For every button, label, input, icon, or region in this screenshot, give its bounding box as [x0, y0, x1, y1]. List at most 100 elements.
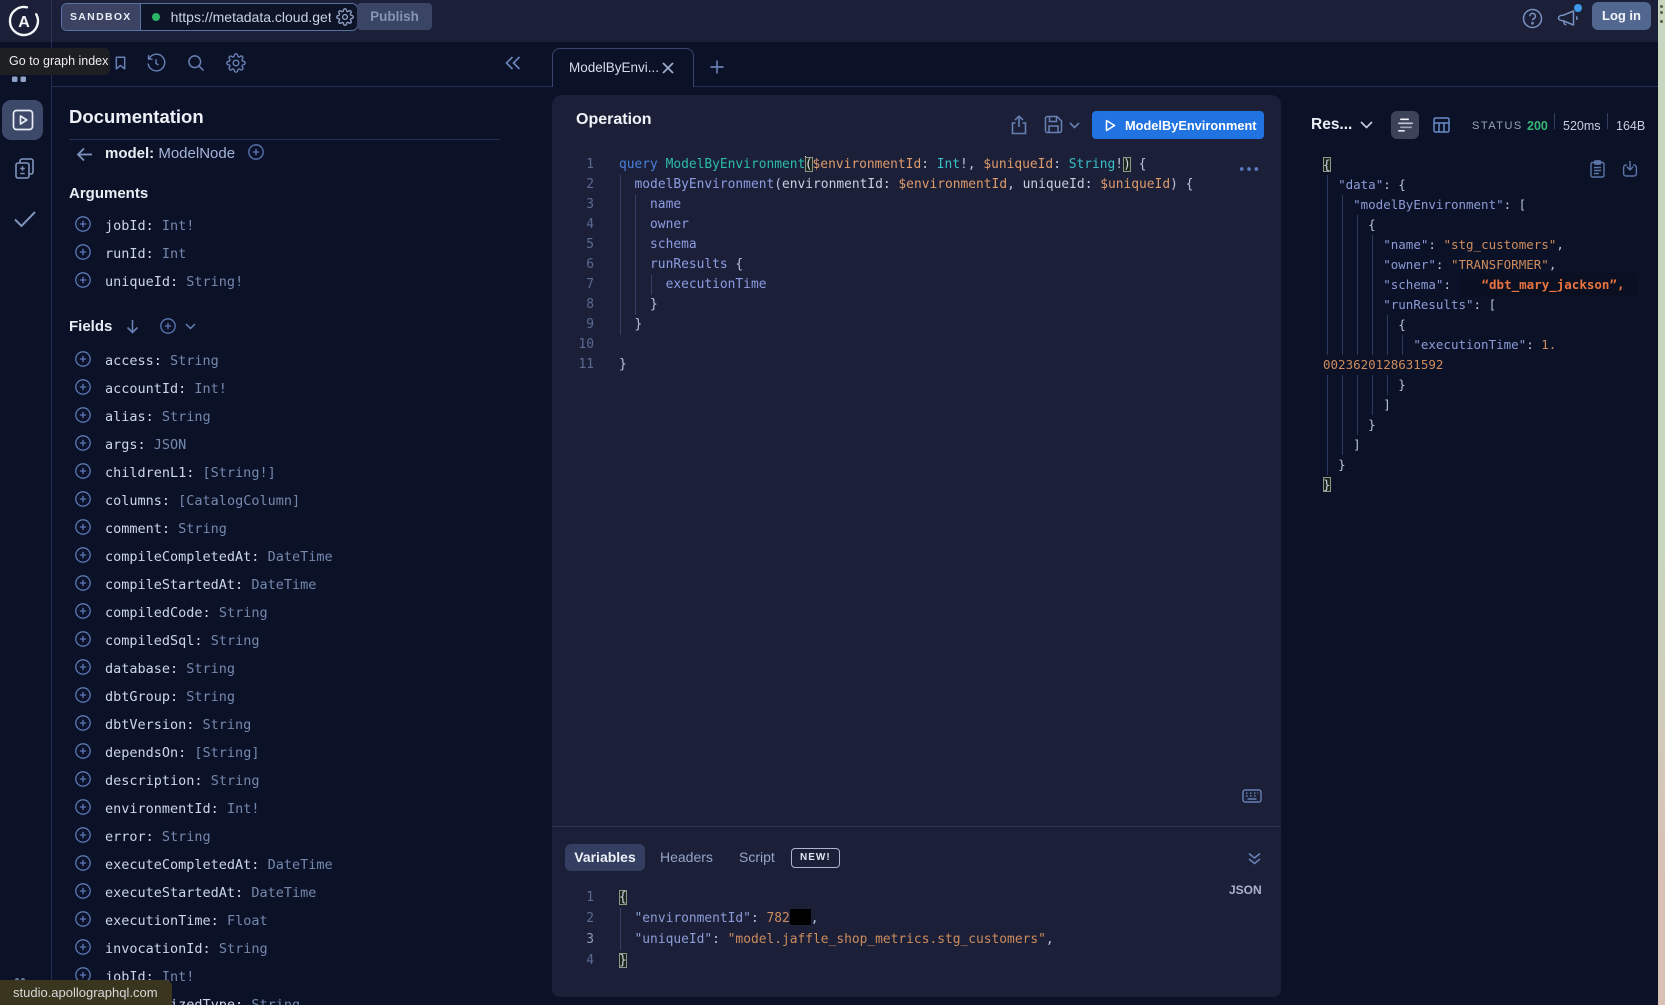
field-name[interactable]: alias: [105, 409, 154, 425]
field-type[interactable]: JSON [154, 437, 187, 453]
operation-menu-icon[interactable] [1239, 166, 1259, 172]
operation-tab[interactable]: ModelByEnvi... [552, 48, 694, 87]
field-name[interactable]: compiledCode: [105, 605, 211, 621]
operation-editor[interactable]: 1query ModelByEnvironment($environmentId… [552, 155, 1193, 375]
add-field-icon[interactable] [75, 575, 91, 591]
sandbox-badge[interactable]: SANDBOX [62, 4, 141, 30]
publish-button[interactable]: Publish [357, 3, 432, 30]
tab-headers[interactable]: Headers [660, 849, 713, 865]
field-name[interactable]: args: [105, 437, 146, 453]
add-field-icon[interactable] [75, 379, 91, 395]
field-type[interactable]: String [219, 605, 268, 621]
table-view-icon[interactable] [1433, 117, 1450, 133]
run-operation-button[interactable]: ModelByEnvironment [1092, 111, 1264, 139]
field-type[interactable]: Int! [227, 801, 260, 817]
add-type-icon[interactable] [248, 144, 264, 160]
add-all-fields-icon[interactable] [160, 318, 176, 334]
field-name[interactable]: compileCompletedAt: [105, 549, 259, 565]
argument-name[interactable]: jobId: [105, 218, 154, 234]
field-type[interactable]: DateTime [251, 885, 316, 901]
back-arrow-icon[interactable] [76, 147, 93, 162]
field-type[interactable]: String [219, 941, 268, 957]
field-name[interactable]: invocationId: [105, 941, 211, 957]
add-field-icon[interactable] [75, 631, 91, 647]
add-field-icon[interactable] [75, 244, 91, 260]
close-tab-icon[interactable] [661, 61, 675, 75]
tab-variables[interactable]: Variables [565, 844, 645, 871]
argument-type[interactable]: String! [186, 274, 243, 290]
field-type[interactable]: String [178, 521, 227, 537]
checklist-icon[interactable] [13, 209, 37, 229]
tab-script[interactable]: Script [739, 849, 775, 865]
field-name[interactable]: environmentId: [105, 801, 219, 817]
add-field-icon[interactable] [75, 435, 91, 451]
add-field-icon[interactable] [75, 771, 91, 787]
add-field-icon[interactable] [75, 547, 91, 563]
field-name[interactable]: childrenL1: [105, 465, 194, 481]
new-tab-icon[interactable] [708, 58, 726, 76]
add-field-icon[interactable] [75, 351, 91, 367]
search-icon[interactable] [186, 53, 206, 73]
field-type[interactable]: String [170, 353, 219, 369]
field-type[interactable]: Float [227, 913, 268, 929]
field-type[interactable]: String [162, 409, 211, 425]
add-field-icon[interactable] [75, 463, 91, 479]
add-field-icon[interactable] [75, 799, 91, 815]
field-type[interactable]: [CatalogColumn] [178, 493, 300, 509]
field-type[interactable]: Int! [194, 381, 227, 397]
add-field-icon[interactable] [75, 407, 91, 423]
field-type[interactable]: String [211, 633, 260, 649]
add-field-icon[interactable] [75, 659, 91, 675]
field-type[interactable]: DateTime [251, 577, 316, 593]
field-type[interactable]: String [162, 829, 211, 845]
share-icon[interactable] [1010, 115, 1028, 135]
field-name[interactable]: executeCompletedAt: [105, 857, 259, 873]
fields-menu-chevron-icon[interactable] [185, 323, 196, 330]
field-name[interactable]: columns: [105, 493, 170, 509]
response-json[interactable]: { "data": { "modelByEnvironment": [ { "n… [1323, 155, 1638, 495]
add-field-icon[interactable] [75, 687, 91, 703]
field-type[interactable]: DateTime [268, 857, 333, 873]
endpoint-url-input[interactable]: https://metadata.cloud.getdbt.com [171, 9, 331, 25]
field-type[interactable]: [String] [194, 745, 259, 761]
field-name[interactable]: executionTime: [105, 913, 219, 929]
argument-name[interactable]: uniqueId: [105, 274, 178, 290]
field-name[interactable]: error: [105, 829, 154, 845]
history-icon[interactable] [146, 53, 166, 73]
collapse-panel-icon[interactable] [504, 55, 522, 71]
keyboard-shortcuts-icon[interactable] [1242, 789, 1262, 803]
field-name[interactable]: description: [105, 773, 203, 789]
field-name[interactable]: access: [105, 353, 162, 369]
response-menu-chevron-icon[interactable] [1360, 121, 1373, 129]
response-format-raw-button[interactable] [1391, 111, 1419, 139]
field-type[interactable]: String [251, 997, 300, 1005]
field-type[interactable]: String [211, 773, 260, 789]
add-field-icon[interactable] [75, 743, 91, 759]
login-button[interactable]: Log in [1592, 2, 1651, 30]
explorer-icon[interactable] [12, 109, 34, 131]
add-field-icon[interactable] [75, 216, 91, 232]
field-type[interactable]: [String!] [203, 465, 276, 481]
field-name[interactable]: dbtVersion: [105, 717, 194, 733]
argument-type[interactable]: Int! [162, 218, 195, 234]
add-field-icon[interactable] [75, 715, 91, 731]
field-name[interactable]: comment: [105, 521, 170, 537]
endpoint-settings-icon[interactable] [336, 8, 354, 26]
add-field-icon[interactable] [75, 939, 91, 955]
add-field-icon[interactable] [75, 603, 91, 619]
field-type[interactable]: String [186, 661, 235, 677]
schema-icon[interactable] [13, 157, 37, 181]
help-icon[interactable] [1522, 8, 1543, 29]
save-icon[interactable] [1044, 115, 1063, 134]
argument-name[interactable]: runId: [105, 246, 154, 262]
argument-type[interactable]: Int [162, 246, 186, 262]
variables-editor[interactable]: 1{2 "environmentId": 782,3 "uniqueId": "… [552, 887, 1054, 971]
field-type[interactable]: String [203, 717, 252, 733]
bookmark-icon[interactable] [113, 55, 128, 72]
field-name[interactable]: compileStartedAt: [105, 577, 243, 593]
collapse-variables-icon[interactable] [1247, 851, 1262, 866]
add-field-icon[interactable] [75, 519, 91, 535]
settings-gear-icon[interactable] [226, 53, 246, 73]
add-field-icon[interactable] [75, 883, 91, 899]
add-field-icon[interactable] [75, 272, 91, 288]
